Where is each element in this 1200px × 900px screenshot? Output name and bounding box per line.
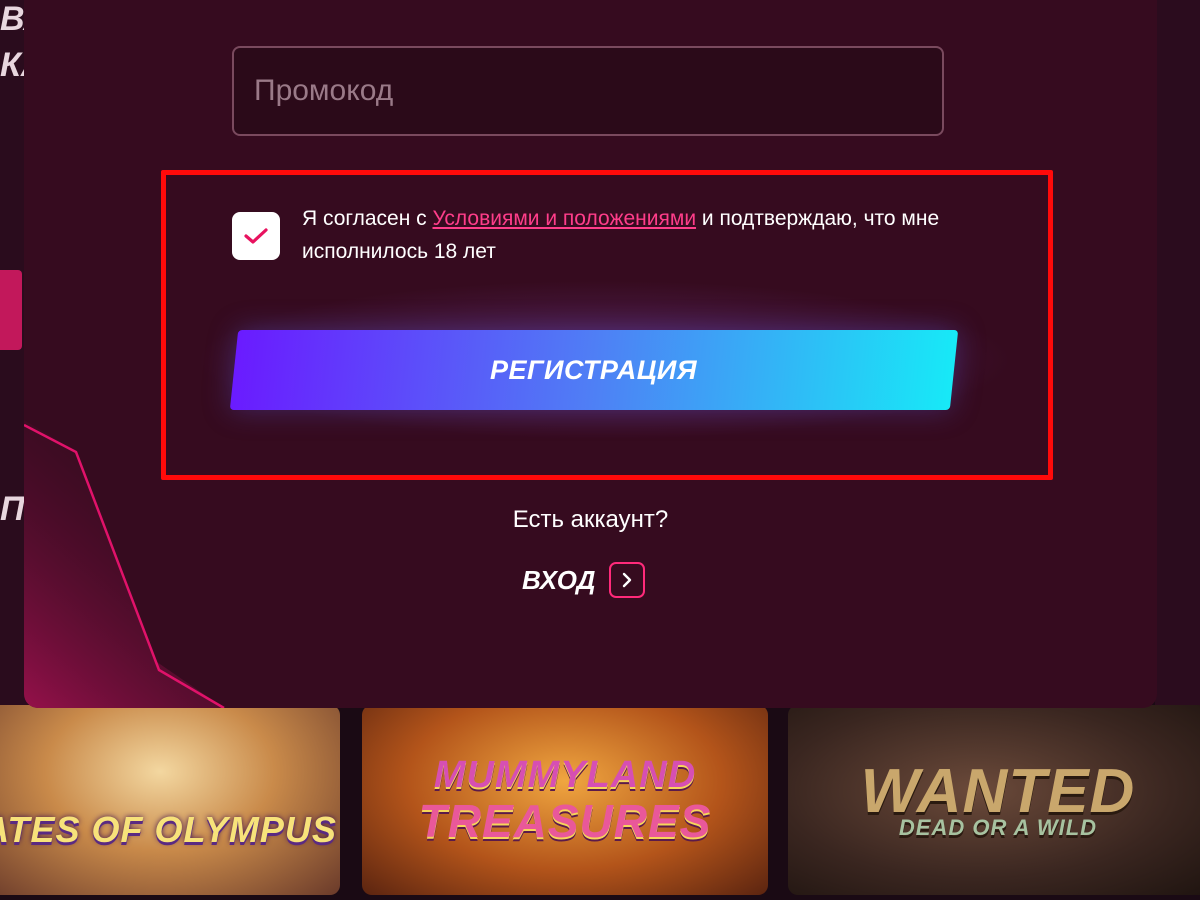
game-title-main: MUMMYLAND (433, 754, 697, 796)
game-title-sub: TREASURES (418, 795, 712, 847)
chevron-right-icon[interactable] (609, 562, 646, 598)
terms-checkbox[interactable] (232, 212, 280, 260)
chevron-right-glyph (623, 572, 632, 588)
checkmark-icon (244, 228, 268, 244)
game-tiles-row: ATES OF OLYMPUS MUMMYLAND TREASURES WANT… (0, 705, 1200, 900)
game-title: MUMMYLAND TREASURES (419, 756, 712, 844)
terms-text: Я согласен с Условиями и положениями и п… (302, 202, 962, 268)
game-tile-mummyland[interactable]: MUMMYLAND TREASURES (362, 705, 768, 895)
promo-code-input[interactable] (232, 46, 944, 136)
login-link[interactable]: ВХОД (522, 560, 646, 600)
have-account-text: Есть аккаунт? (512, 506, 669, 533)
game-title: WANTED DEAD OR A WILD (861, 761, 1136, 839)
registration-modal: Я согласен с Условиями и положениями и п… (24, 0, 1157, 708)
game-tile-wanted[interactable]: WANTED DEAD OR A WILD (788, 705, 1200, 895)
game-title: ATES OF OLYMPUS (0, 809, 337, 850)
background-menu-icon (0, 270, 22, 350)
background-page-right (1155, 0, 1200, 710)
terms-link[interactable]: Условиями и положениями (433, 207, 697, 230)
game-title-sub: DEAD OR A WILD (898, 815, 1098, 840)
terms-prefix: Я согласен с (302, 207, 433, 230)
register-button-label: РЕГИСТРАЦИЯ (490, 354, 698, 385)
login-label: ВХОД (522, 564, 596, 595)
register-button[interactable]: РЕГИСТРАЦИЯ (229, 330, 959, 410)
game-tile-olympus[interactable]: ATES OF OLYMPUS (0, 705, 340, 895)
